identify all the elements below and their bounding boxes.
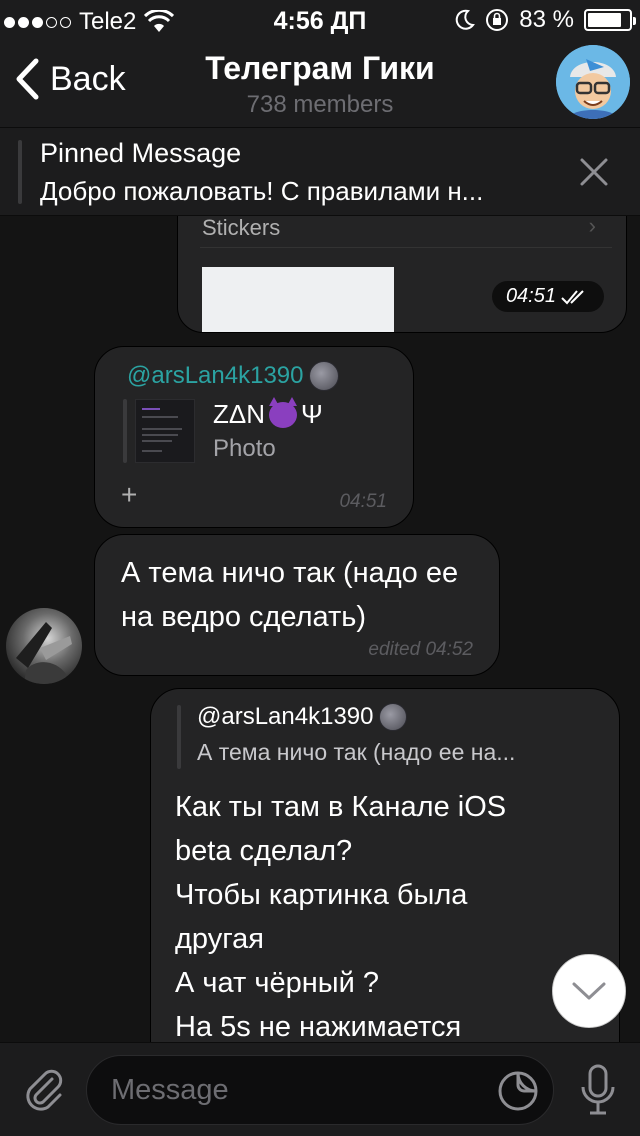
outgoing-message-bubble[interactable]: Stickers › 04:51 — [177, 216, 627, 333]
message-line: А чат чёрный ? — [175, 967, 379, 999]
screenshot-preview-image[interactable] — [202, 267, 394, 332]
incoming-message-bubble[interactable]: @arsLan4k1390 ZΔN Ψ Photo + 04:51 — [94, 346, 414, 528]
status-bar: Tele2 4:56 ДП 83 % — [0, 0, 640, 40]
forward-indicator-bar — [123, 399, 127, 463]
pinned-text: Добро пожаловать! С правилами н... — [40, 176, 484, 206]
reply-author-name: @arsLan4k1390 — [197, 703, 374, 730]
sender-avatar[interactable] — [6, 608, 82, 684]
scroll-to-bottom-button[interactable] — [552, 954, 626, 1028]
moon-emoji-icon — [379, 703, 408, 731]
message-line: Как ты там в Канале iOS — [175, 791, 507, 823]
reply-indicator-bar — [177, 705, 181, 769]
battery-fill — [588, 13, 622, 27]
reply-author: @arsLan4k1390 — [197, 703, 408, 731]
forward-type: Photo — [213, 435, 276, 462]
message-field[interactable] — [86, 1055, 554, 1125]
message-time-chip: 04:51 — [491, 281, 604, 312]
thumb-line — [142, 434, 178, 436]
member-count: 738 members — [246, 91, 394, 118]
pinned-message-panel[interactable]: Pinned Message Добро пожаловать! С прави… — [0, 128, 640, 216]
message-input[interactable] — [111, 1070, 491, 1110]
message-time: 04:51 — [339, 491, 387, 512]
navigation-bar: Back Телеграм Гики 738 members — [0, 40, 640, 128]
back-label: Back — [50, 59, 126, 98]
outgoing-message-bubble[interactable]: @arsLan4k1390 А тема ничо так (надо ее н… — [150, 688, 620, 1042]
sticker-icon[interactable] — [497, 1070, 539, 1112]
close-icon[interactable] — [578, 156, 610, 188]
microphone-icon[interactable] — [578, 1063, 618, 1117]
orientation-lock-icon — [486, 9, 509, 31]
photo-thumbnail[interactable] — [135, 399, 195, 463]
moon-emoji-icon — [309, 361, 340, 391]
message-line: другая — [175, 923, 264, 955]
forward-name-suffix: Ψ — [301, 399, 323, 429]
battery-percent: 83 % — [519, 6, 574, 33]
chat-title: Телеграм Гики — [205, 50, 435, 86]
incoming-message-bubble[interactable]: А тема ничо так (надо ее на ведро сделат… — [94, 534, 500, 676]
reply-quote-text: А тема ничо так (надо ее на... — [197, 739, 516, 765]
message-line: beta сделал? — [175, 835, 353, 867]
chat-header[interactable]: Телеграм Гики 738 members — [160, 50, 480, 119]
message-input-bar — [0, 1042, 640, 1136]
chevron-down-icon — [572, 982, 606, 1000]
chevron-right-icon: › — [588, 216, 596, 238]
chevron-left-icon — [16, 58, 39, 100]
plus-text: + — [121, 479, 138, 510]
thumb-line — [142, 408, 160, 410]
group-avatar[interactable] — [556, 45, 630, 119]
divider — [200, 247, 612, 248]
battery-icon — [584, 9, 636, 31]
message-author[interactable]: @arsLan4k1390 — [127, 361, 340, 391]
status-bar-right: 83 % — [455, 6, 636, 34]
thumb-line — [142, 416, 178, 418]
paperclip-attach-icon[interactable] — [20, 1065, 68, 1113]
thumb-line — [142, 428, 182, 430]
message-line: Чтобы картинка была — [175, 879, 468, 911]
message-time: 04:51 — [505, 285, 556, 307]
message-text: Как ты там в Канале iOS beta сделал? Что… — [175, 785, 595, 1042]
forward-name-text: ZΔN — [213, 399, 266, 429]
double-check-icon — [561, 289, 584, 304]
pinned-title: Pinned Message — [40, 138, 242, 168]
avatar-image — [16, 622, 72, 684]
message-text: А тема ничо так (надо ее на ведро сделат… — [121, 557, 459, 633]
author-name: @arsLan4k1390 — [127, 362, 304, 389]
chat-history[interactable]: Stickers › 04:51 @arsLan4k1390 ZΔN Ψ Pho… — [0, 216, 640, 1042]
devil-emoji-icon — [269, 396, 298, 428]
thumb-line — [142, 440, 172, 442]
stickers-row-label: Stickers — [202, 216, 281, 240]
pinned-indicator-bar — [18, 140, 22, 204]
group-avatar-image — [556, 45, 630, 119]
moon-do-not-disturb-icon — [456, 9, 476, 30]
message-time: edited 04:52 — [368, 639, 473, 660]
back-button[interactable]: Back — [14, 58, 126, 100]
forward-source-name: ZΔN Ψ — [213, 396, 323, 430]
message-line: На 5s не нажимается — [175, 1011, 462, 1042]
thumb-line — [142, 450, 162, 452]
